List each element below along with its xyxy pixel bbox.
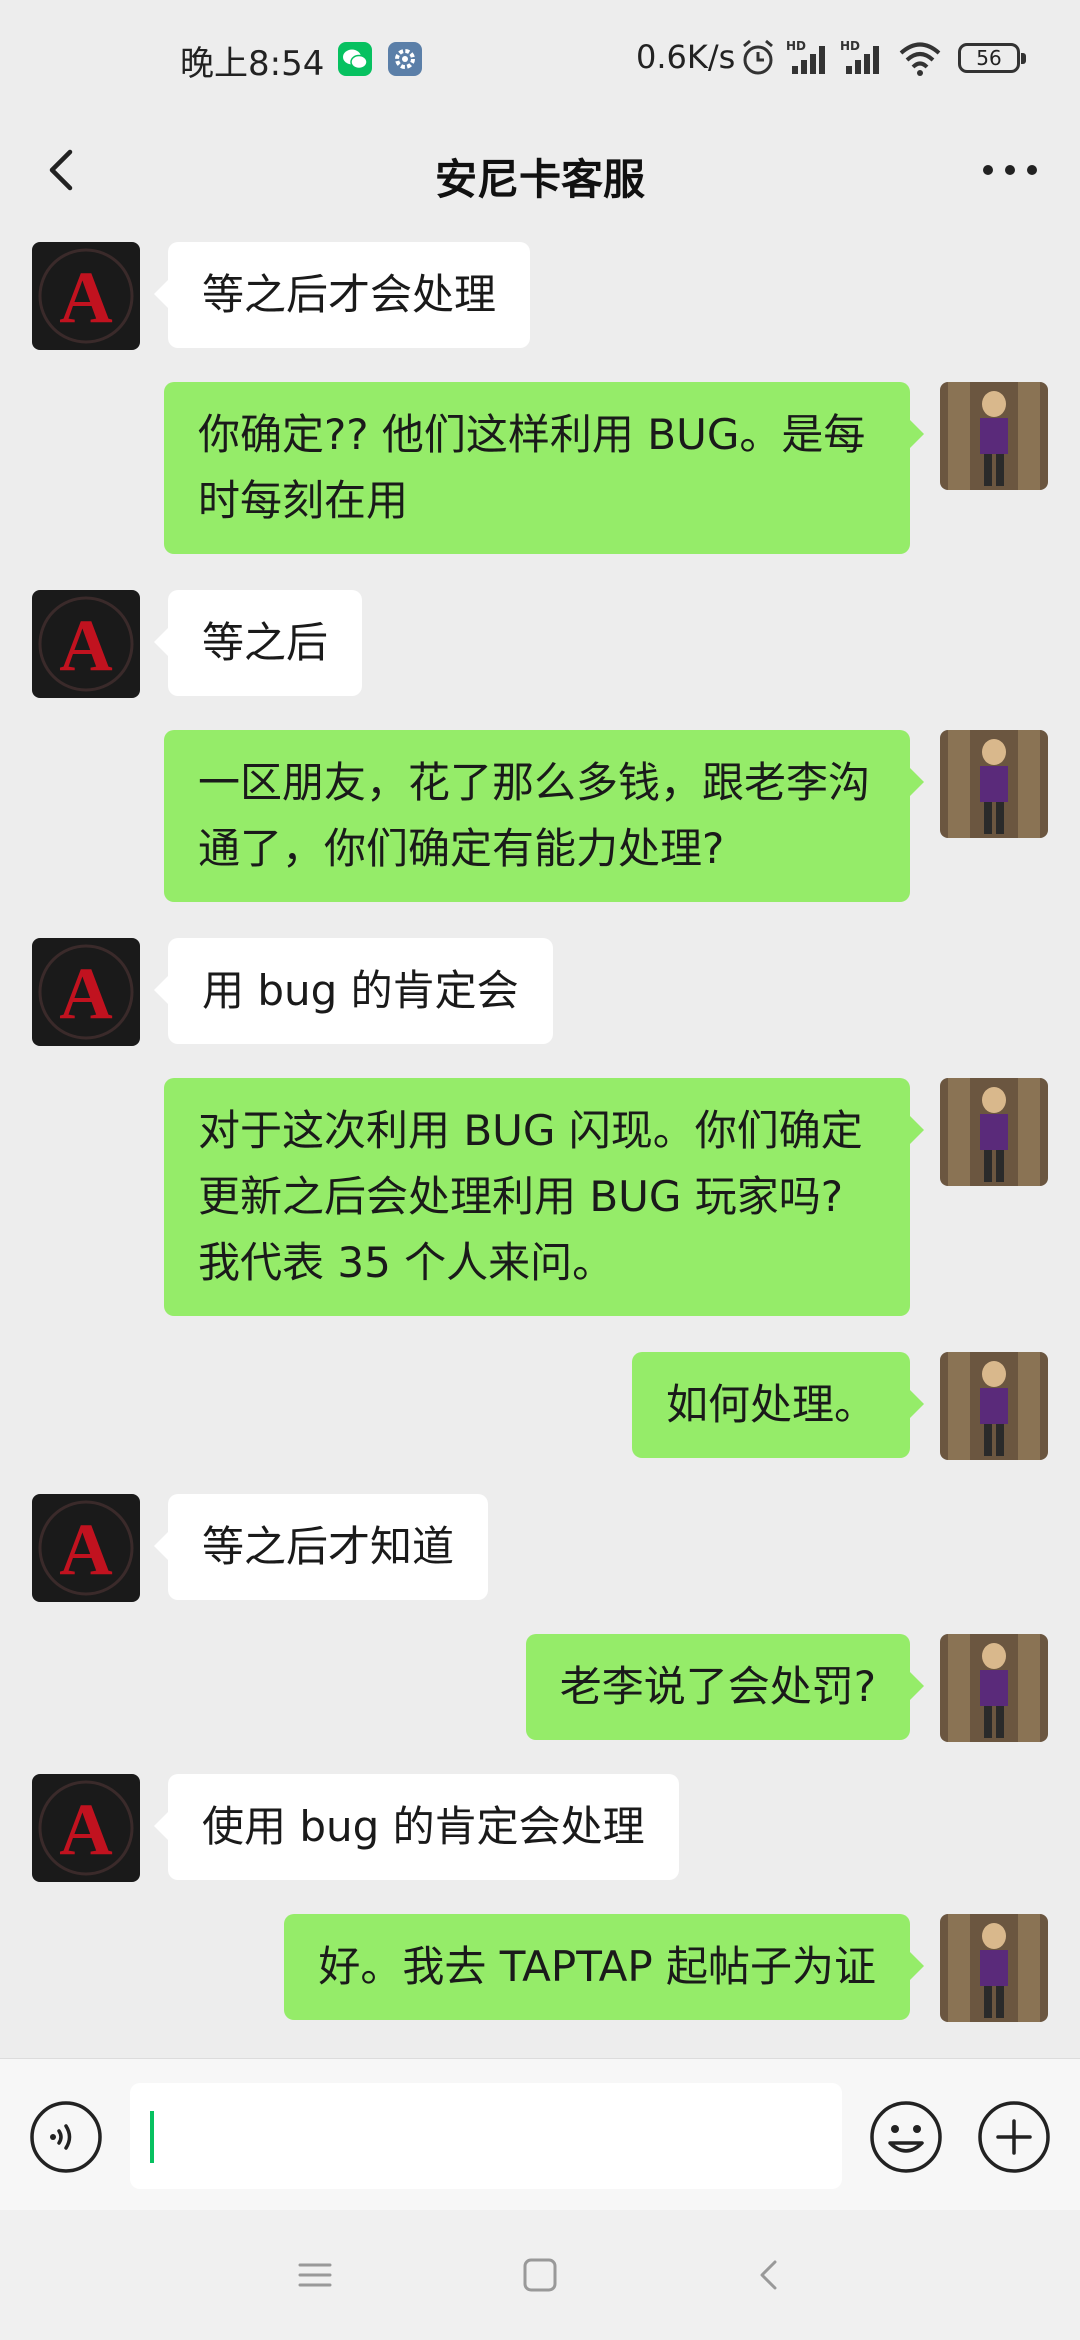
battery-icon: 56 <box>958 43 1026 73</box>
chat-header: 安尼卡客服 <box>0 118 1080 238</box>
message-bubble[interactable]: 如何处理。 <box>631 1352 925 1458</box>
avatar-user[interactable] <box>940 382 1048 490</box>
more-dots-icon <box>983 165 1037 175</box>
message-bubble[interactable]: 等之后才知道 <box>153 1494 489 1600</box>
nav-home-button[interactable] <box>515 2250 565 2300</box>
message-bubble[interactable]: 好。我去 TAPTAP 起帖子为证 <box>284 1914 924 2020</box>
message-bubble[interactable]: 一区朋友，花了那么多钱，跟老李沟通了，你们确定有能力处理? <box>164 730 924 902</box>
avatar-service[interactable]: A <box>32 1774 140 1882</box>
emoji-icon <box>870 2101 942 2173</box>
message-bubble[interactable]: 等之后才会处理 <box>153 242 531 348</box>
message-bubble[interactable]: 老李说了会处罚? <box>525 1634 925 1740</box>
message-list[interactable]: A 等之后才会处理 你确定?? 他们这样利用 BUG。是每时每刻在用 A 等之后… <box>0 238 1080 2058</box>
message-bubble[interactable]: 等之后 <box>153 590 363 696</box>
svg-text:A: A <box>59 953 112 1035</box>
message-bubble[interactable]: 用 bug 的肯定会 <box>154 938 553 1044</box>
more-functions-button[interactable] <box>976 2099 1052 2175</box>
status-bar: 晚上8:54 0.6K/s HD HD 56 <box>0 0 1080 118</box>
avatar-user[interactable] <box>940 1914 1048 2022</box>
message-bubble[interactable]: 你确定?? 他们这样利用 BUG。是每时每刻在用 <box>164 382 924 554</box>
alarm-icon <box>743 39 773 75</box>
message-bubble[interactable]: 对于这次利用 BUG 闪现。你们确定更新之后会处理利用 BUG 玩家吗?我代表 … <box>164 1078 924 1316</box>
nav-back-button[interactable] <box>745 2250 795 2300</box>
nav-recents-button[interactable] <box>290 2250 340 2300</box>
avatar-user[interactable] <box>940 1352 1048 1460</box>
voice-button[interactable] <box>28 2099 104 2175</box>
hd-signal-icon: HD <box>840 39 879 74</box>
message-input[interactable] <box>130 2083 842 2189</box>
chat-title: 安尼卡客服 <box>434 155 645 204</box>
avatar-user[interactable] <box>940 1634 1048 1742</box>
input-bar <box>0 2058 1080 2211</box>
more-button[interactable] <box>960 132 1060 212</box>
svg-text:A: A <box>59 605 112 687</box>
menu-icon <box>298 2263 332 2287</box>
status-time: 晚上8:54 <box>180 44 325 84</box>
svg-text:HD: HD <box>840 39 860 53</box>
wechat-icon <box>338 42 372 76</box>
hd-signal-icon: HD <box>786 39 825 74</box>
avatar-user[interactable] <box>940 1078 1048 1186</box>
back-icon <box>760 2260 777 2290</box>
system-nav-bar <box>0 2210 1080 2340</box>
avatar-service[interactable]: A <box>32 1494 140 1602</box>
network-speed: 0.6K/s <box>636 38 736 76</box>
wifi-icon <box>899 42 941 76</box>
message-bubble[interactable]: 使用 bug 的肯定会处理 <box>154 1774 679 1880</box>
avatar-service[interactable]: A <box>32 590 140 698</box>
plus-icon <box>978 2101 1050 2173</box>
avatar-service[interactable]: A <box>32 242 140 350</box>
avatar-service[interactable]: A <box>32 938 140 1046</box>
text-caret <box>150 2111 154 2163</box>
svg-text:HD: HD <box>786 39 806 53</box>
svg-text:A: A <box>59 1789 112 1871</box>
home-icon <box>523 2258 557 2292</box>
svg-text:A: A <box>59 1509 112 1591</box>
avatar-user[interactable] <box>940 730 1048 838</box>
svg-text:A: A <box>59 257 112 339</box>
voice-icon <box>30 2101 102 2173</box>
settings-gear-icon <box>388 42 422 76</box>
emoji-button[interactable] <box>868 2099 944 2175</box>
